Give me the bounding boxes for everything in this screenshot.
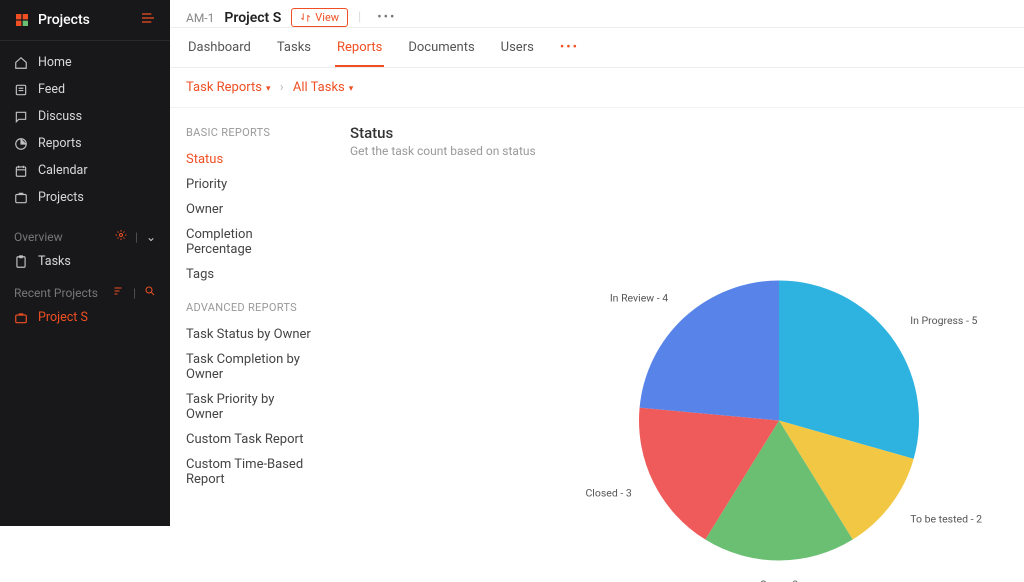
report-owner[interactable]: Owner [186, 197, 314, 222]
sidebar-item-feed[interactable]: Feed [0, 76, 170, 103]
pie-label: To be tested - 2 [910, 512, 982, 525]
tab-reports[interactable]: Reports [335, 32, 384, 67]
report-custom-task-report[interactable]: Custom Task Report [186, 427, 314, 452]
project-name: Project S [224, 10, 281, 26]
tab-tasks[interactable]: Tasks [275, 32, 313, 67]
tab-users[interactable]: Users [499, 32, 536, 67]
tab-more[interactable]: ••• [558, 32, 581, 67]
calendar-icon [14, 164, 28, 178]
crumb-task-reports[interactable]: Task Reports▾ [186, 80, 270, 95]
crumb-all-tasks[interactable]: All Tasks▾ [293, 80, 353, 95]
report-task-completion-by-owner[interactable]: Task Completion by Owner [186, 347, 314, 387]
reports-list: BASIC REPORTS StatusPriorityOwnerComplet… [170, 108, 330, 526]
recent-heading: Recent Projects | [0, 275, 170, 304]
project-code: AM-1 [186, 11, 214, 25]
pie-label: In Review - 4 [610, 292, 668, 305]
pie-label: In Progress - 5 [910, 314, 977, 327]
reports-icon [14, 137, 28, 151]
sidebar-header: Projects [0, 0, 170, 41]
tab-documents[interactable]: Documents [406, 32, 476, 67]
pie-label: Closed - 3 [585, 487, 631, 500]
sidebar-item-discuss[interactable]: Discuss [0, 103, 170, 130]
report-task-status-by-owner[interactable]: Task Status by Owner [186, 322, 314, 347]
topbar: AM-1 Project S View | ••• [170, 0, 1024, 28]
brand[interactable]: Projects [14, 12, 90, 28]
sort-icon[interactable] [113, 285, 125, 300]
report-task-priority-by-owner[interactable]: Task Priority by Owner [186, 387, 314, 427]
feed-icon [14, 83, 28, 97]
chart-subtitle: Get the task count based on status [350, 144, 1004, 158]
main: AM-1 Project S View | ••• Dashboard Tasks… [170, 0, 1024, 526]
report-tags[interactable]: Tags [186, 262, 314, 287]
report-priority[interactable]: Priority [186, 172, 314, 197]
chart-area: Status Get the task count based on statu… [330, 108, 1024, 526]
basic-reports-heading: BASIC REPORTS [186, 126, 314, 139]
sidebar-item-reports[interactable]: Reports [0, 130, 170, 157]
pie-label: Open - 3 [760, 578, 799, 582]
recent-project-item[interactable]: Project S [0, 304, 170, 331]
swap-icon [300, 12, 311, 23]
view-button[interactable]: View [291, 8, 348, 27]
clipboard-icon [14, 255, 28, 269]
chart-title: Status [350, 124, 1004, 142]
breadcrumb: Task Reports▾ › All Tasks▾ [170, 68, 1024, 108]
tabs: Dashboard Tasks Reports Documents Users ••• [170, 32, 1024, 68]
search-icon[interactable] [144, 285, 156, 300]
briefcase-icon [14, 311, 28, 325]
gear-icon[interactable] [115, 229, 127, 244]
brand-label: Projects [38, 12, 90, 28]
report-custom-time-based-report[interactable]: Custom Time-Based Report [186, 452, 314, 492]
report-status[interactable]: Status [186, 147, 314, 172]
menu-toggle-icon[interactable] [140, 10, 156, 30]
logo-icon [14, 12, 30, 28]
sidebar-item-calendar[interactable]: Calendar [0, 157, 170, 184]
sidebar-item-tasks[interactable]: Tasks [0, 248, 170, 275]
projects-icon [14, 191, 28, 205]
report-completion-percentage[interactable]: Completion Percentage [186, 222, 314, 262]
more-menu-icon[interactable]: ••• [371, 10, 402, 25]
chevron-right-icon: › [280, 80, 284, 95]
chevron-down-icon[interactable]: ⌄ [146, 230, 156, 244]
home-icon [14, 56, 28, 70]
sidebar-item-projects[interactable]: Projects [0, 184, 170, 211]
tab-dashboard[interactable]: Dashboard [186, 32, 253, 67]
discuss-icon [14, 110, 28, 124]
advanced-reports-heading: ADVANCED REPORTS [186, 301, 314, 314]
overview-heading: Overview | ⌄ [0, 219, 170, 248]
sidebar-item-home[interactable]: Home [0, 49, 170, 76]
sidebar: Projects HomeFeedDiscussReportsCalendarP… [0, 0, 170, 526]
